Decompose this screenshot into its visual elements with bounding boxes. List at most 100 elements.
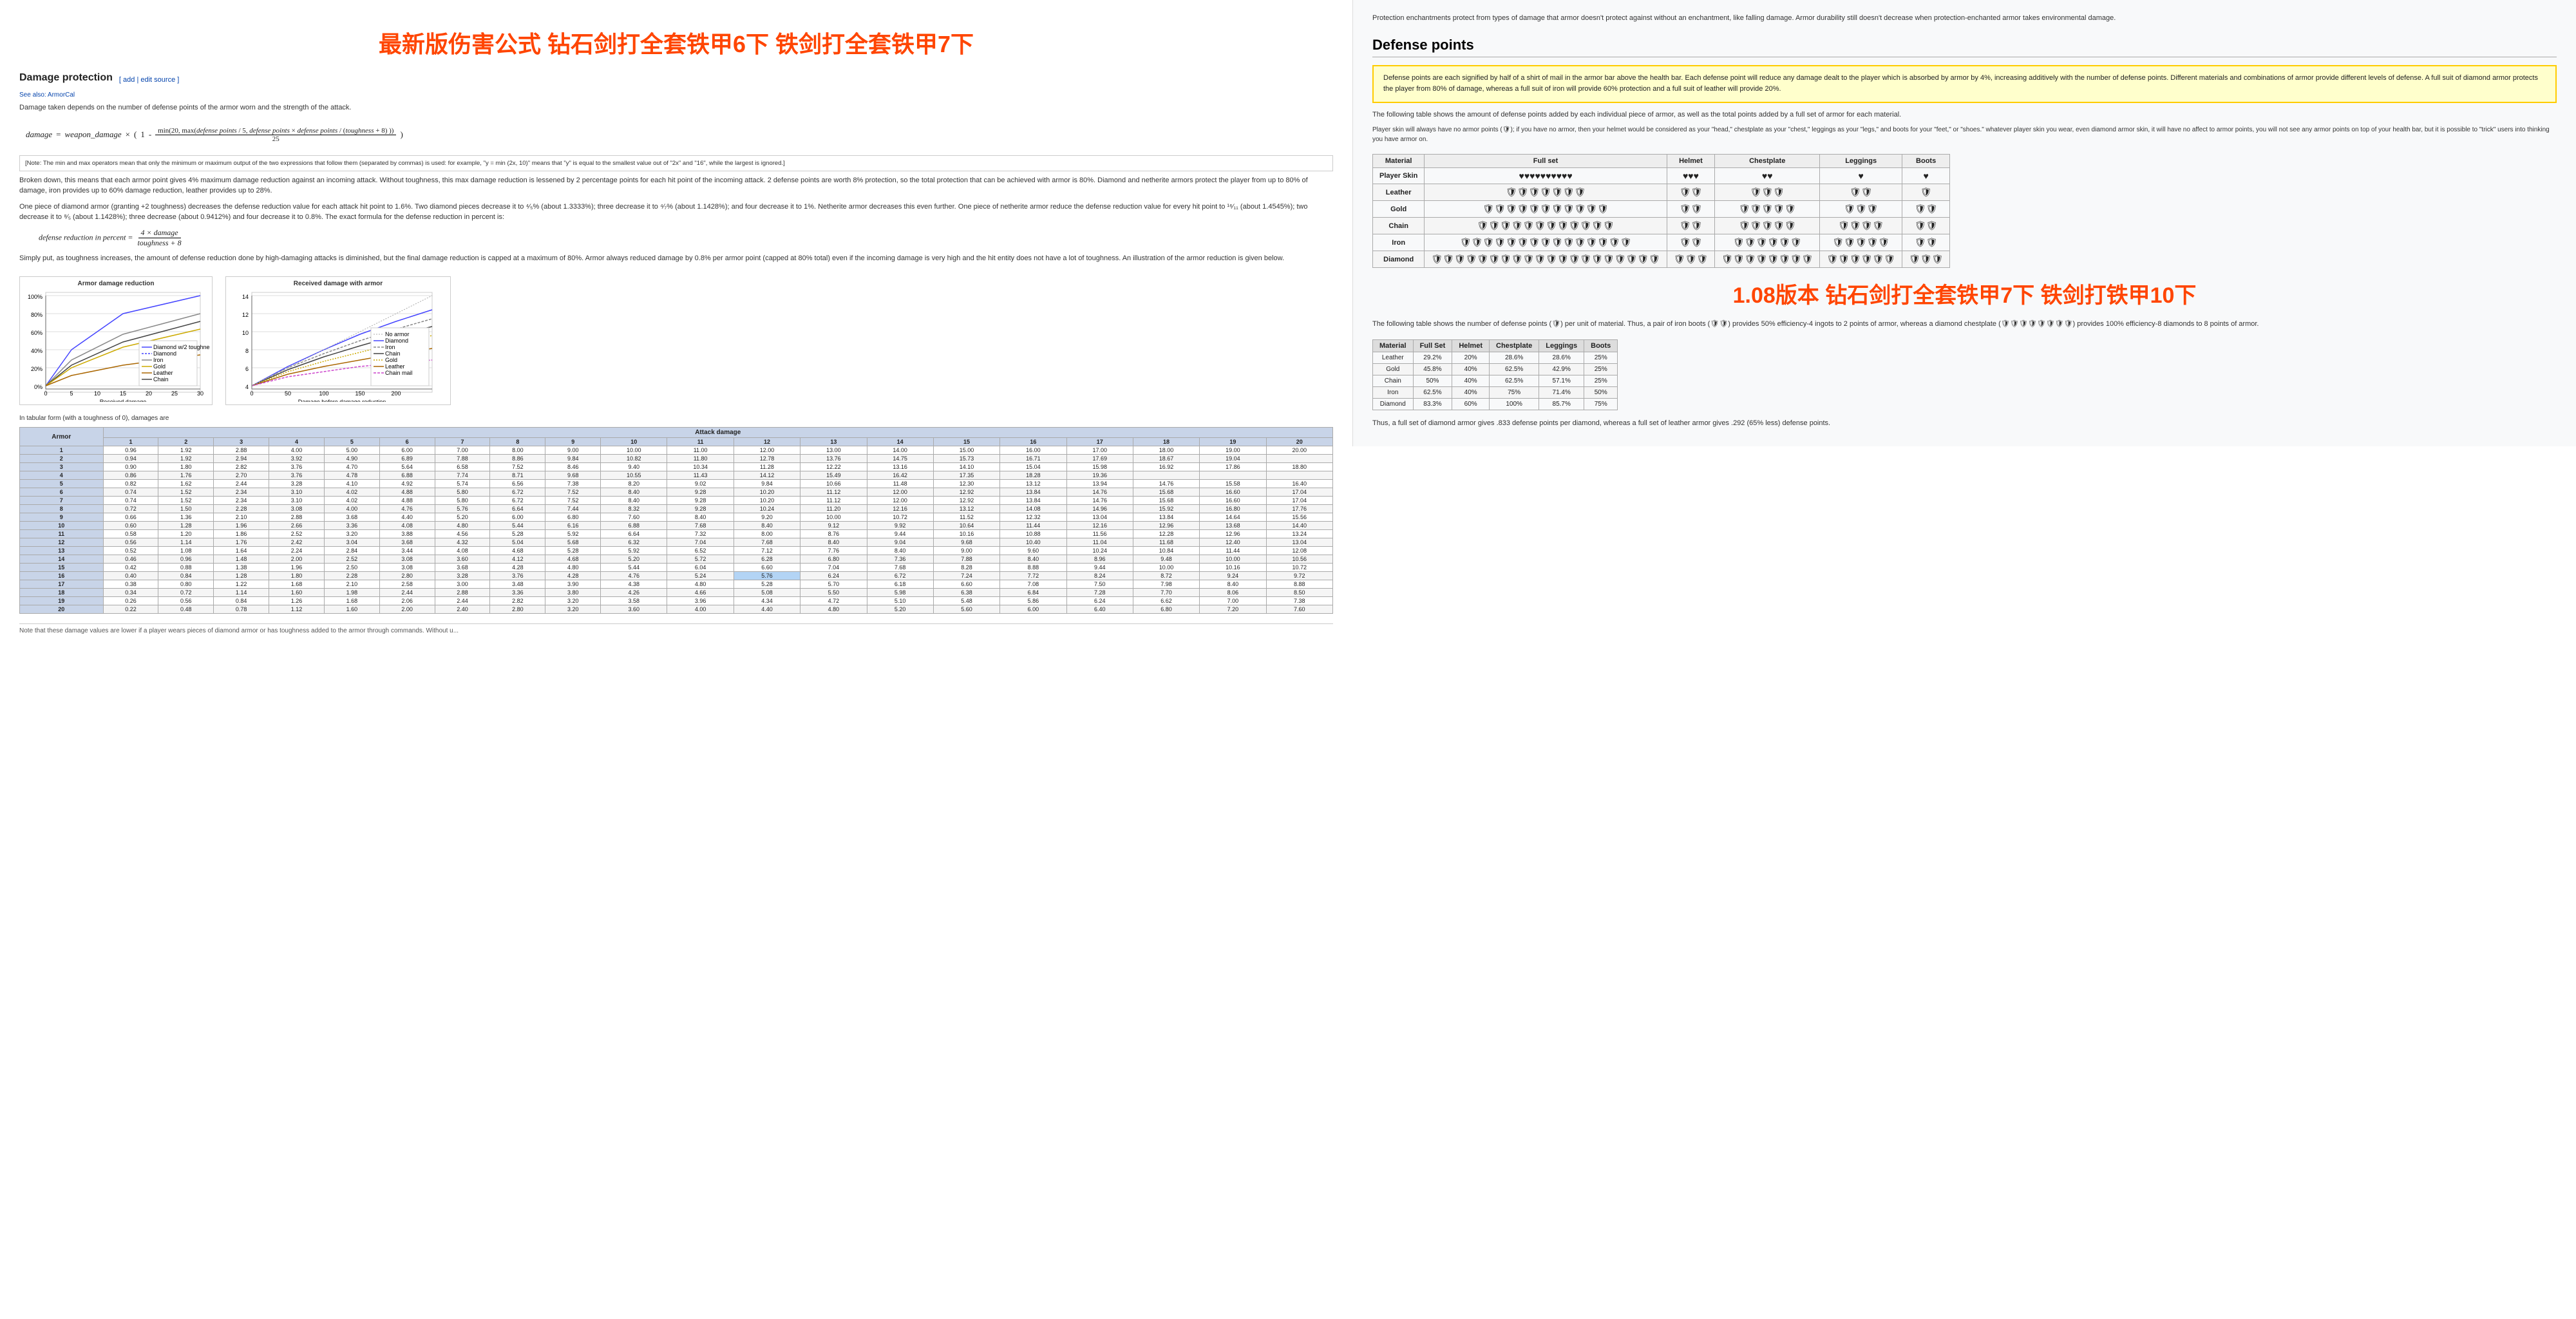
defense-cell-full: 🛡🛡🛡🛡🛡🛡🛡🛡🛡🛡🛡 (1425, 201, 1667, 218)
defense-cell-helmet: 🛡🛡 (1667, 184, 1714, 201)
simply-put-text: Simply put, as toughness increases, the … (19, 253, 1333, 264)
table-cell: 11.00 (667, 446, 734, 455)
table-cell: 6.64 (490, 505, 545, 513)
table-row: 190.260.560.841.261.682.062.442.823.203.… (20, 597, 1333, 605)
table-cell: 3.48 (490, 580, 545, 589)
svg-text:15: 15 (120, 390, 126, 397)
table-cell: 13.12 (1000, 480, 1066, 488)
table-cell: 5.28 (734, 580, 800, 589)
table-cell: 6.24 (1066, 597, 1133, 605)
table-cell: 19.36 (1066, 471, 1133, 480)
table-cell: 5.76 (435, 505, 490, 513)
defense-cell-full: 🛡🛡🛡🛡🛡🛡🛡 (1425, 184, 1667, 201)
attack-col-13: 13 (800, 438, 867, 446)
attack-col-16: 16 (1000, 438, 1066, 446)
table-cell: 13.94 (1066, 480, 1133, 488)
table-cell: 8.40 (601, 497, 667, 505)
pct-cell-full: 45.8% (1413, 363, 1452, 375)
defense-cell-material: Iron (1373, 234, 1425, 251)
table-cell: 2.58 (379, 580, 435, 589)
table-cell: 0.26 (103, 597, 158, 605)
row-header-cell: 3 (20, 463, 104, 471)
table-cell: 6.64 (601, 530, 667, 538)
pct-cell-full: 50% (1413, 375, 1452, 386)
defense-cell-chestplate: 🛡🛡🛡 (1715, 184, 1820, 201)
table-cell: 13.16 (867, 463, 933, 471)
row-header-cell: 1 (20, 446, 104, 455)
pct-cell-material: Gold (1373, 363, 1414, 375)
table-cell: 7.36 (867, 555, 933, 564)
table-cell: 5.28 (490, 530, 545, 538)
table-cell: 4.38 (601, 580, 667, 589)
table-cell: 5.80 (435, 488, 490, 497)
table-cell: 14.76 (1066, 497, 1133, 505)
table-cell: 2.88 (269, 513, 325, 522)
table-cell: 10.24 (734, 505, 800, 513)
table-cell: 15.68 (1133, 488, 1199, 497)
table-cell: 10.40 (1000, 538, 1066, 547)
table-cell: 6.18 (867, 580, 933, 589)
table-cell: 3.96 (667, 597, 734, 605)
table-cell: 10.00 (1133, 564, 1199, 572)
table-cell: 12.00 (867, 488, 933, 497)
row-header-cell: 19 (20, 597, 104, 605)
table-cell: 0.34 (103, 589, 158, 597)
table-cell: 8.72 (1133, 572, 1199, 580)
table-row: 30.901.802.823.764.705.646.587.528.469.4… (20, 463, 1333, 471)
table-cell: 4.70 (324, 463, 379, 471)
defense-cell-helmet: 🛡🛡 (1667, 218, 1714, 234)
table-cell: 18.28 (1000, 471, 1066, 480)
table-cell: 0.22 (103, 605, 158, 614)
table-cell: 7.24 (933, 572, 999, 580)
table-cell: 2.42 (269, 538, 325, 547)
table-cell: 10.84 (1133, 547, 1199, 555)
defense-cell-helmet: 🛡🛡🛡 (1667, 251, 1714, 268)
attack-col-6: 6 (379, 438, 435, 446)
table-cell: 1.68 (269, 580, 325, 589)
table-cell: 4.88 (379, 497, 435, 505)
svg-text:25: 25 (171, 390, 178, 397)
defense-cell-full: 🛡🛡🛡🛡🛡🛡🛡🛡🛡🛡🛡🛡 (1425, 218, 1667, 234)
table-cell: 8.40 (601, 488, 667, 497)
table-cell: 10.00 (601, 446, 667, 455)
row-header-cell: 15 (20, 564, 104, 572)
table-cell: 1.52 (158, 497, 214, 505)
table-row: 20.941.922.943.924.906.897.888.869.8410.… (20, 455, 1333, 463)
pct-table-row: Diamond83.3%60%100%85.7%75% (1373, 398, 1618, 410)
table-cell: 11.48 (867, 480, 933, 488)
pct-cell-chestplate: 62.5% (1490, 375, 1539, 386)
tabular-note: In tabular form (with a toughness of 0),… (19, 415, 1333, 422)
attack-damage-table: Armor Attack damage 12345678910111213141… (19, 427, 1333, 614)
table-cell: 5.86 (1000, 597, 1066, 605)
table-cell: 2.34 (214, 497, 269, 505)
table-cell: 6.58 (435, 463, 490, 471)
table-cell: 0.72 (158, 589, 214, 597)
following-table2-text: The following table shows the number of … (1372, 319, 2557, 330)
table-cell: 6.84 (1000, 589, 1066, 597)
table-cell: 1.80 (269, 572, 325, 580)
table-cell: 6.72 (867, 572, 933, 580)
row-header-cell: 18 (20, 589, 104, 597)
table-cell: 11.52 (933, 513, 999, 522)
table-cell: 1.86 (214, 530, 269, 538)
defense-highlight: Defense points are each signified by hal… (1372, 65, 2557, 103)
defense-cell-boots: 🛡🛡 (1902, 218, 1949, 234)
defense-cell-chestplate: 🛡🛡🛡🛡🛡🛡🛡🛡 (1715, 251, 1820, 268)
edit-links[interactable]: [ add | edit source ] (119, 76, 179, 84)
table-cell: 9.72 (1266, 572, 1332, 580)
svg-text:0%: 0% (34, 384, 43, 390)
table-cell: 1.38 (214, 564, 269, 572)
table-cell: 0.78 (214, 605, 269, 614)
table-cell: 14.64 (1200, 513, 1266, 522)
table-cell: 10.66 (800, 480, 867, 488)
table-cell: 10.72 (867, 513, 933, 522)
table-cell: 9.04 (867, 538, 933, 547)
table-cell: 4.80 (667, 580, 734, 589)
table-cell: 16.42 (867, 471, 933, 480)
table-cell: 9.00 (545, 446, 601, 455)
pct-col-full set: Full Set (1413, 339, 1452, 352)
table-row: 140.460.961.482.002.523.083.604.124.685.… (20, 555, 1333, 564)
table-cell (1133, 471, 1199, 480)
table-cell: 2.50 (324, 564, 379, 572)
svg-text:No armor: No armor (385, 331, 410, 337)
